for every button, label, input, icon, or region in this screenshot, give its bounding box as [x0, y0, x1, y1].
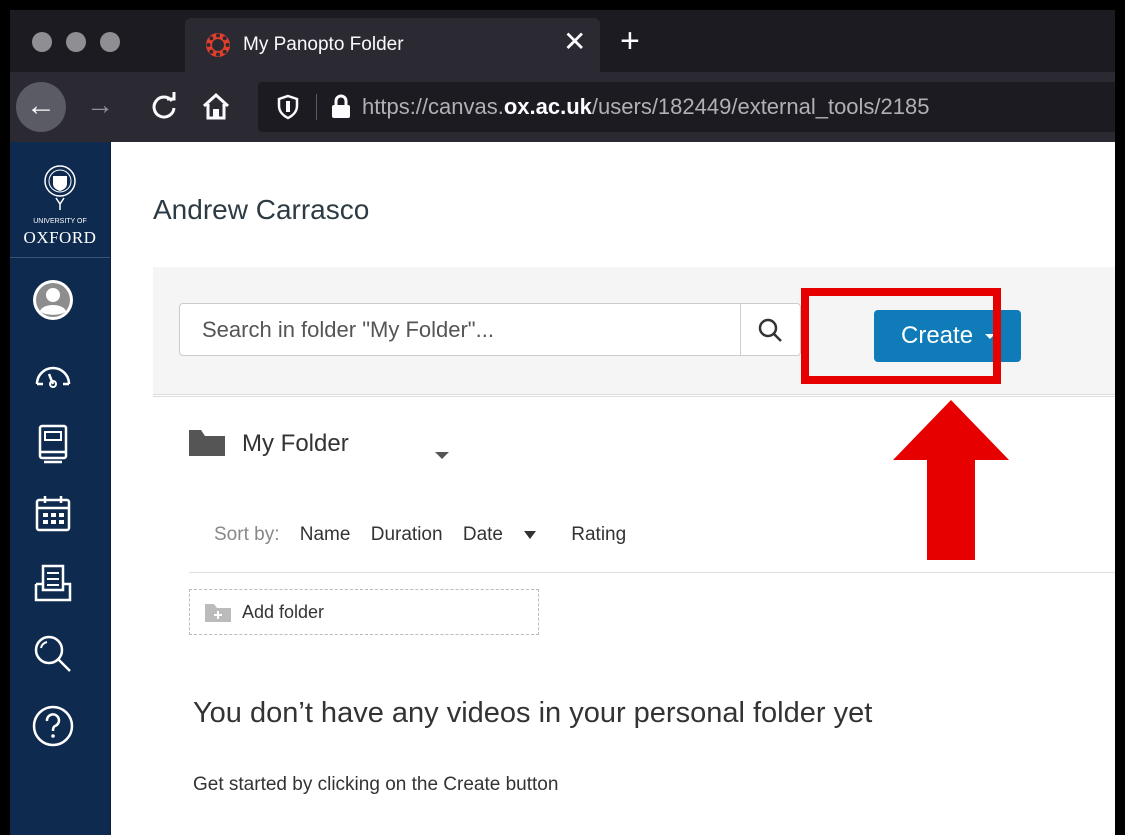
- add-folder-button[interactable]: Add folder: [189, 589, 539, 635]
- calendar-icon[interactable]: [31, 492, 75, 536]
- folder-name[interactable]: My Folder: [242, 430, 349, 458]
- url-bar[interactable]: https://canvas.ox.ac.uk/users/182449/ext…: [258, 82, 1115, 132]
- tab-title: My Panopto Folder: [243, 34, 404, 55]
- account-icon[interactable]: [31, 278, 75, 322]
- canvas-favicon-icon: [206, 33, 230, 57]
- folder-dropdown-icon[interactable]: [435, 452, 449, 459]
- sort-date-label: Date: [462, 524, 503, 545]
- forward-arrow-icon[interactable]: →: [86, 91, 114, 119]
- tab-close-icon[interactable]: ✕: [563, 28, 586, 56]
- url-text[interactable]: https://canvas.ox.ac.uk/users/182449/ext…: [362, 94, 929, 120]
- magnifier-icon: [758, 318, 782, 342]
- url-domain: ox.ac.uk: [503, 94, 592, 119]
- logo-university-of: UNIVERSITY OF: [33, 218, 87, 225]
- red-up-arrow-icon: [893, 400, 1009, 560]
- browser-navbar: ← → https://canvas.ox.ac.uk/users/182449…: [10, 72, 1115, 142]
- inbox-icon[interactable]: [31, 562, 75, 606]
- add-folder-label: Add folder: [242, 602, 325, 622]
- search-button[interactable]: [741, 303, 801, 356]
- main-content: Andrew Carrasco Search in folder "My Fol…: [111, 142, 1115, 835]
- shield-icon[interactable]: [276, 94, 300, 120]
- search-input[interactable]: Search in folder "My Folder"...: [179, 303, 741, 356]
- back-arrow-icon[interactable]: ←: [16, 82, 66, 132]
- sort-desc-icon: [523, 530, 536, 539]
- browser-tab-active[interactable]: My Panopto Folder ✕: [185, 18, 600, 72]
- add-folder-icon: [205, 604, 231, 622]
- divider: [189, 572, 1115, 573]
- global-nav-sidebar: UNIVERSITY OF OXFORD: [10, 142, 111, 835]
- logo-oxford: OXFORD: [23, 228, 97, 247]
- sort-duration[interactable]: Duration: [371, 524, 443, 545]
- sort-label: Sort by:: [214, 524, 280, 545]
- window-zoom-dot[interactable]: [100, 32, 120, 52]
- url-prefix: https://canvas.: [362, 94, 504, 119]
- page-title: Andrew Carrasco: [153, 194, 370, 225]
- help-icon[interactable]: [31, 704, 75, 748]
- window-minimize-dot[interactable]: [66, 32, 86, 52]
- highlight-box: [801, 288, 1001, 384]
- url-path: /users/182449/external_tools/2185: [591, 94, 930, 119]
- reload-icon[interactable]: [150, 92, 180, 122]
- window-close-dot[interactable]: [32, 32, 52, 52]
- url-separator: [316, 94, 317, 120]
- sort-name[interactable]: Name: [300, 524, 351, 545]
- search-icon[interactable]: [31, 632, 75, 676]
- sort-rating[interactable]: Rating: [571, 524, 626, 545]
- oxford-crest-icon: [44, 165, 76, 210]
- sort-date[interactable]: Date: [463, 524, 551, 545]
- folder-icon: [189, 430, 225, 461]
- empty-state-subtext: Get started by clicking on the Create bu…: [193, 774, 559, 795]
- empty-state-heading: You don’t have any videos in your person…: [193, 697, 873, 729]
- lock-icon[interactable]: [330, 94, 352, 120]
- browser-window: My Panopto Folder ✕ + ← → https://canvas…: [10, 10, 1115, 835]
- courses-icon[interactable]: [31, 422, 75, 466]
- new-tab-icon[interactable]: +: [620, 24, 640, 58]
- dashboard-icon[interactable]: [31, 352, 75, 396]
- divider: [153, 396, 1115, 397]
- home-icon[interactable]: [200, 90, 232, 122]
- sort-bar: Sort by: Name Duration Date Rating: [214, 524, 641, 546]
- oxford-logo[interactable]: UNIVERSITY OF OXFORD: [10, 142, 110, 258]
- browser-titlebar: My Panopto Folder ✕ +: [10, 10, 1115, 72]
